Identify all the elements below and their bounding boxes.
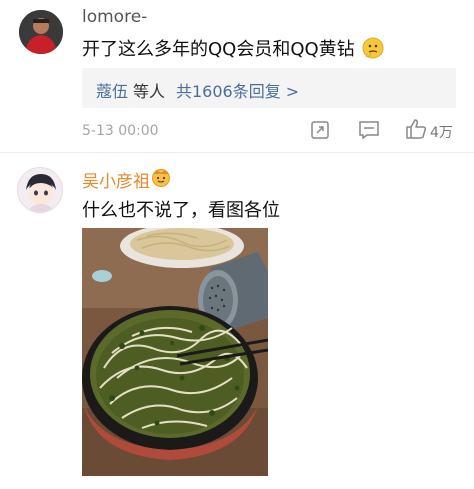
reply-preview[interactable]: 蔻伍 等人 共1606条回复 >	[82, 68, 456, 108]
reply-author[interactable]: 蔻伍	[96, 78, 128, 102]
comment-text: 什么也不说了，看图各位	[82, 200, 280, 221]
username[interactable]: 吴小彦祖	[82, 167, 150, 192]
timestamp: 5-13 00:00	[82, 123, 159, 139]
comment-text: 开了这么多年的QQ会员和QQ黄钻	[82, 35, 384, 61]
vip-crown-badge-icon	[152, 169, 170, 187]
share-icon[interactable]	[310, 120, 330, 140]
thinking-face-icon	[362, 37, 384, 59]
divider	[0, 152, 474, 153]
like-icon[interactable]	[405, 118, 427, 140]
username[interactable]: lomore-	[82, 7, 147, 27]
comment-item: lomore- 开了这么多年的QQ会员和QQ黄钻 蔻伍 等人 共1606条回复 …	[0, 0, 474, 146]
reply-etc-label: 等人	[133, 82, 166, 101]
comment-icon[interactable]	[358, 120, 380, 140]
noodle-bowl-photo[interactable]	[82, 228, 268, 476]
avatar[interactable]	[19, 10, 63, 54]
like-count: 4万	[430, 125, 453, 141]
avatar[interactable]	[17, 167, 63, 213]
reply-count-link[interactable]: 共1606条回复 >	[176, 78, 299, 102]
